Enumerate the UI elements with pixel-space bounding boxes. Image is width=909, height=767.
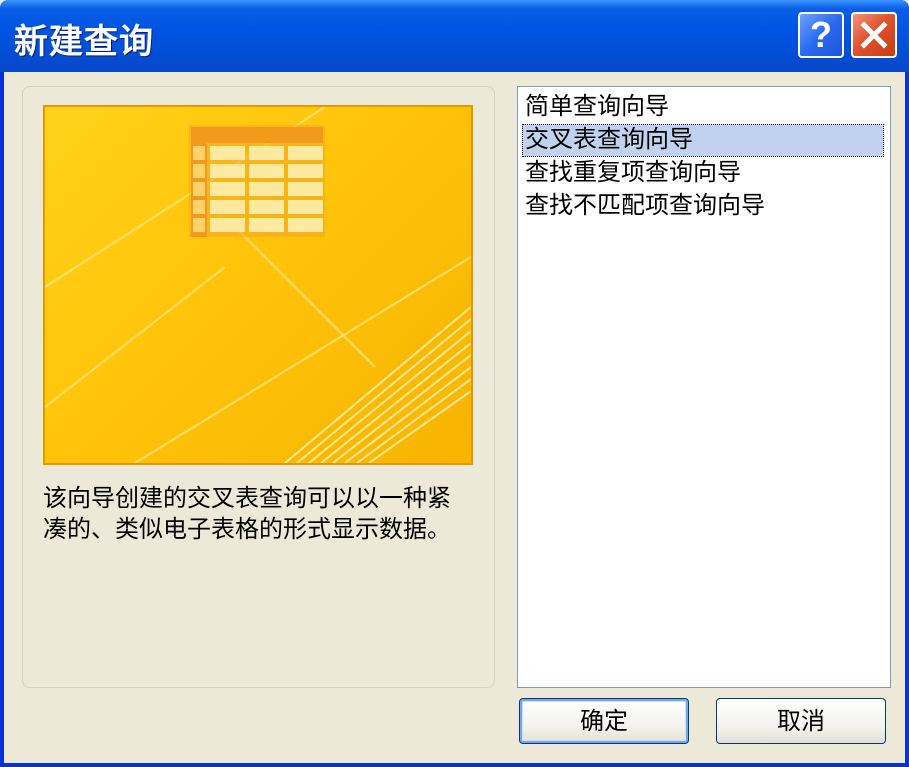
list-item-simple-query-wizard[interactable]: 简单查询向导 [522, 91, 884, 124]
dialog-title: 新建查询 [14, 22, 154, 62]
wizard-listbox[interactable]: 简单查询向导 交叉表查询向导 查找重复项查询向导 查找不匹配项查询向导 [517, 86, 891, 688]
dialog-body: 该向导创建的交叉表查询可以以一种紧凑的、类似电子表格的形式显示数据。 简单查询向… [4, 72, 905, 763]
close-button[interactable] [851, 12, 897, 58]
cancel-button[interactable]: 取消 [716, 698, 886, 744]
new-query-dialog: 新建查询 ? 该向导创建的交叉表查询可以以一种紧凑的、类似电子表格的形式显示数据… [0, 0, 909, 767]
preview-panel: 该向导创建的交叉表查询可以以一种紧凑的、类似电子表格的形式显示数据。 [22, 86, 495, 688]
title-bar[interactable]: 新建查询 ? [0, 0, 909, 72]
help-icon: ? [810, 14, 832, 55]
preview-graphic [45, 107, 471, 463]
list-item-find-unmatched-wizard[interactable]: 查找不匹配项查询向导 [522, 190, 884, 223]
crosstab-preview-image [43, 105, 473, 465]
ok-button[interactable]: 确定 [519, 698, 689, 744]
list-item-find-duplicates-wizard[interactable]: 查找重复项查询向导 [522, 157, 884, 190]
wizard-description: 该向导创建的交叉表查询可以以一种紧凑的、类似电子表格的形式显示数据。 [43, 484, 451, 543]
table-grid-icon [189, 125, 325, 237]
list-item-crosstab-query-wizard[interactable]: 交叉表查询向导 [522, 124, 884, 157]
help-button[interactable]: ? [798, 12, 844, 58]
close-icon [860, 21, 888, 49]
